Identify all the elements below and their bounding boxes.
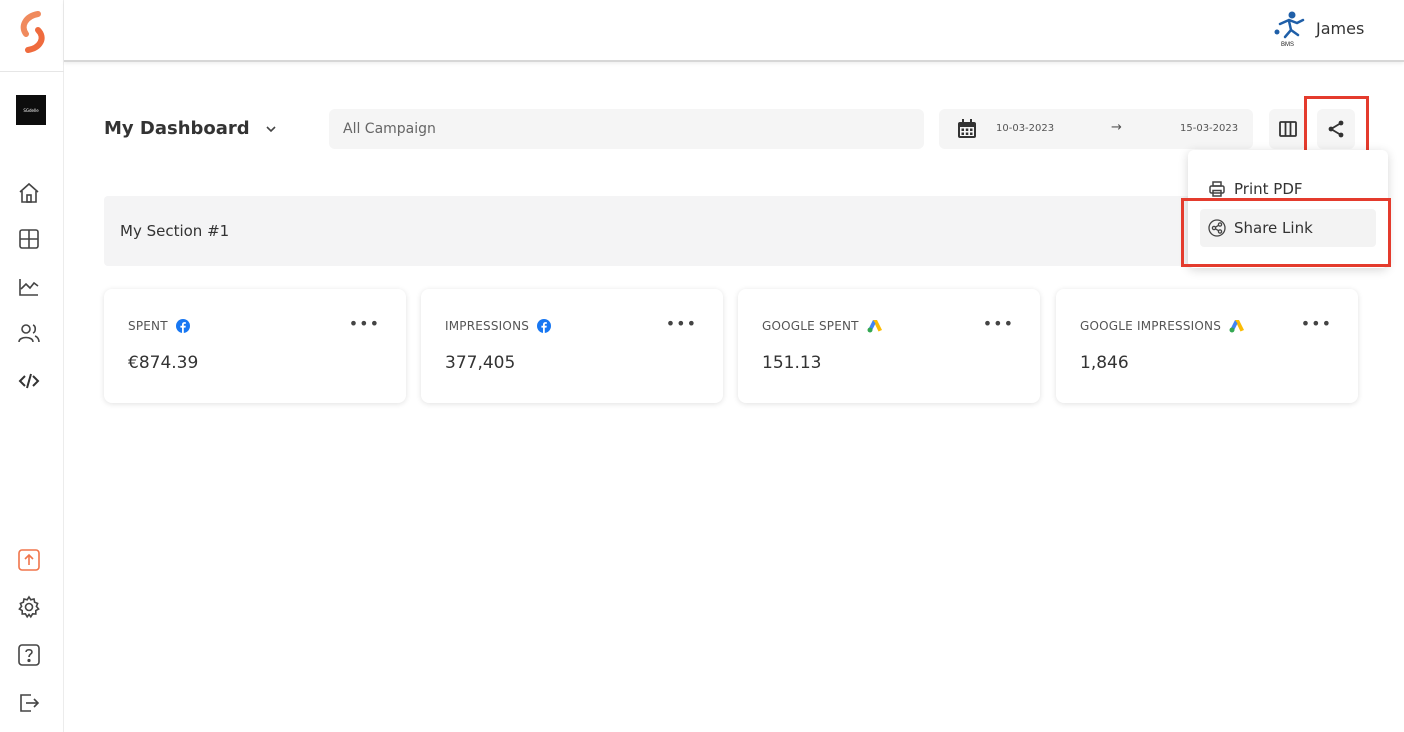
metric-value: €874.39 [128, 353, 199, 373]
date-arrow: → [1111, 120, 1122, 135]
metric-card[interactable]: GOOGLE SPENT ••• 151.13 [738, 289, 1040, 403]
grid-icon [19, 229, 39, 249]
user-company-logo[interactable]: BMS [1273, 10, 1307, 50]
upload-icon [18, 549, 40, 571]
brand-tile[interactable]: SGdelle [16, 95, 46, 125]
sidebar-item-settings[interactable] [16, 594, 42, 620]
metric-card[interactable]: SPENT ••• €874.39 [104, 289, 406, 403]
chart-icon [19, 279, 39, 296]
google-ads-icon [867, 320, 882, 333]
code-icon [18, 373, 40, 389]
metric-card-header: GOOGLE SPENT [762, 319, 883, 333]
metric-card-header: IMPRESSIONS [445, 319, 552, 333]
help-icon [18, 644, 40, 666]
printer-icon [1209, 181, 1225, 197]
home-icon [19, 182, 39, 203]
sidebar-item-users[interactable] [16, 320, 42, 346]
users-icon [18, 324, 40, 343]
dashboard-title[interactable]: My Dashboard [104, 118, 250, 139]
campaign-select-value: All Campaign [343, 121, 436, 137]
sidebar-item-help[interactable] [16, 642, 42, 668]
metric-card[interactable]: GOOGLE IMPRESSIONS ••• 1,846 [1056, 289, 1358, 403]
facebook-icon [537, 319, 552, 333]
sidebar-item-logout[interactable] [16, 690, 42, 716]
metric-card-header: SPENT [128, 319, 190, 333]
more-options-icon[interactable]: ••• [1301, 316, 1332, 332]
sidebar: SGdelle [0, 0, 64, 732]
brand-tile-text: SGdelle [23, 107, 39, 113]
sidebar-item-upload[interactable] [16, 547, 42, 573]
metric-label: GOOGLE SPENT [762, 319, 859, 333]
campaign-select[interactable]: All Campaign [329, 109, 924, 149]
sidebar-item-dashboards[interactable] [16, 226, 42, 252]
print-pdf-label: Print PDF [1234, 180, 1303, 198]
sidebar-divider [0, 71, 64, 72]
metric-value: 151.13 [762, 353, 822, 373]
app-logo-icon[interactable] [14, 10, 50, 54]
user-name[interactable]: James [1316, 19, 1364, 38]
metric-value: 1,846 [1080, 353, 1129, 373]
more-options-icon[interactable]: ••• [666, 316, 697, 332]
sidebar-item-integrations[interactable] [16, 368, 42, 394]
metric-card[interactable]: IMPRESSIONS ••• 377,405 [421, 289, 723, 403]
more-options-icon[interactable]: ••• [349, 316, 380, 332]
metric-card-header: GOOGLE IMPRESSIONS [1080, 319, 1245, 333]
metric-value: 377,405 [445, 353, 516, 373]
top-header [64, 0, 1404, 62]
gear-icon [18, 595, 40, 619]
date-to[interactable]: 15-03-2023 [1180, 123, 1238, 134]
sidebar-item-reports[interactable] [16, 274, 42, 300]
date-from[interactable]: 10-03-2023 [996, 123, 1054, 134]
more-options-icon[interactable]: ••• [983, 316, 1014, 332]
logout-icon [20, 694, 40, 712]
section-title[interactable]: My Section #1 [120, 222, 229, 240]
date-range-picker[interactable]: 10-03-2023 → 15-03-2023 [939, 109, 1253, 149]
dashboard-section: My Section #1 [104, 196, 1358, 266]
columns-button[interactable] [1269, 109, 1307, 149]
sidebar-item-home[interactable] [16, 180, 42, 206]
metric-label: SPENT [128, 319, 168, 333]
metric-label: IMPRESSIONS [445, 319, 530, 333]
columns-icon [1279, 121, 1297, 137]
facebook-icon [175, 319, 190, 333]
google-ads-icon [1229, 320, 1245, 333]
calendar-icon [958, 119, 976, 138]
chevron-down-icon[interactable] [262, 120, 280, 138]
metric-label: GOOGLE IMPRESSIONS [1080, 319, 1222, 333]
user-logo-caption: BMS [1281, 42, 1294, 48]
share-link-highlight [1181, 198, 1391, 267]
